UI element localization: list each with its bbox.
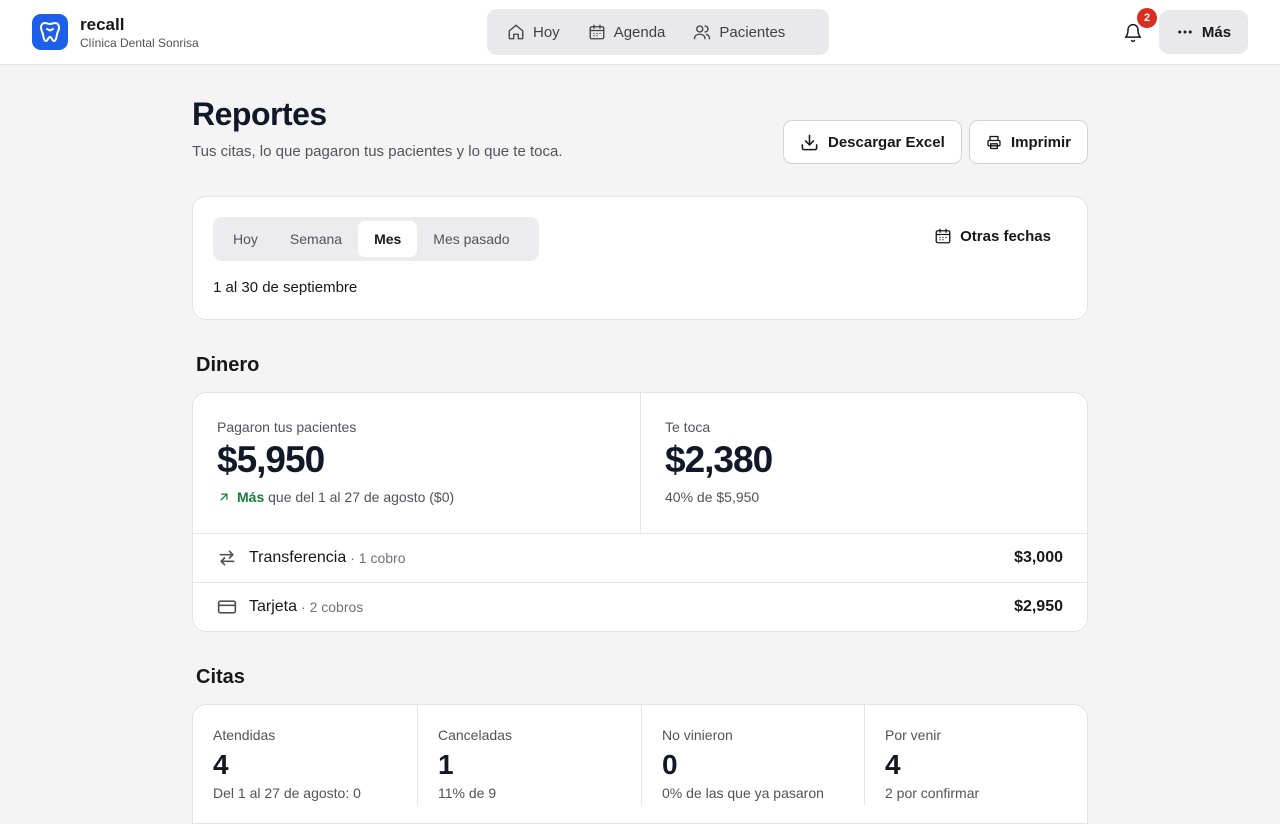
print-label: Imprimir: [1010, 133, 1071, 151]
page-subtitle: Tus citas, lo que pagaron tus pacientes …: [192, 143, 563, 160]
payment-method-name: Transferencia: [249, 549, 347, 566]
stat-por-venir: Por venir 4 2 por confirmar: [864, 705, 1087, 805]
paid-value: $5,950: [217, 439, 325, 480]
download-icon: [801, 134, 818, 150]
stat-note: 2 por confirmar: [885, 785, 980, 801]
tab-mes[interactable]: Mes: [358, 221, 418, 257]
stat-note: Del 1 al 27 de agosto: 0: [213, 785, 361, 801]
users-icon: [694, 25, 711, 40]
calendar-icon: [589, 24, 605, 40]
nav-item-label: Hoy: [533, 23, 560, 41]
stat-label: No vinieron: [662, 727, 733, 743]
top-bar: recall Clínica Dental Sonrisa Hoy Agenda…: [0, 0, 1280, 65]
nav-item-label: Pacientes: [719, 23, 786, 41]
stat-atendidas: Atendidas 4 Del 1 al 27 de agosto: 0: [193, 705, 417, 805]
payment-method-row[interactable]: Transferencia · 1 cobro $3,000: [193, 533, 1087, 582]
tooth-logo-icon: [32, 14, 68, 50]
comparison-text: que del 1 al 27 de agosto ($0): [268, 489, 455, 505]
appointments-card: Atendidas 4 Del 1 al 27 de agosto: 0 Can…: [192, 704, 1088, 824]
stat-label: Por venir: [885, 727, 942, 743]
section-title-citas: Citas: [196, 666, 245, 688]
share-stat: Te toca $2,380 40% de $5,950: [641, 393, 1087, 534]
payment-method-count: · 1 cobro: [350, 550, 406, 566]
money-card: Pagaron tus pacientes $5,950 Más que del…: [192, 392, 1088, 632]
nav-item-pacientes[interactable]: Pacientes: [681, 14, 797, 50]
main-nav: Hoy Agenda Pacientes: [487, 9, 829, 55]
calendar-icon: [935, 228, 951, 244]
stat-value: 1: [438, 749, 454, 780]
brand[interactable]: recall Clínica Dental Sonrisa: [32, 14, 199, 50]
paid-comparison: Más que del 1 al 27 de agosto ($0): [217, 489, 616, 505]
notification-count-badge: 2: [1137, 8, 1157, 28]
download-excel-button[interactable]: Descargar Excel: [783, 120, 962, 164]
arrow-up-right-icon: [220, 493, 228, 501]
nav-item-hoy[interactable]: Hoy: [495, 14, 572, 50]
more-dots-icon: [1178, 30, 1192, 34]
payment-method-row[interactable]: Tarjeta · 2 cobros $2,950: [193, 582, 1087, 631]
home-icon: [508, 24, 524, 40]
paid-stat: Pagaron tus pacientes $5,950 Más que del…: [193, 393, 641, 534]
page-title: Reportes: [192, 96, 327, 132]
more-menu-button[interactable]: Más: [1159, 10, 1248, 54]
share-note: 40% de $5,950: [665, 489, 760, 505]
share-value: $2,380: [665, 439, 773, 480]
more-label: Más: [1201, 23, 1232, 41]
tab-semana[interactable]: Semana: [274, 221, 358, 257]
stat-no-vinieron: No vinieron 0 0% de las que ya pasaron: [641, 705, 864, 805]
payment-method-amount: $2,950: [1014, 598, 1063, 615]
brand-name: recall: [80, 14, 125, 34]
stat-canceladas: Canceladas 1 11% de 9: [417, 705, 641, 805]
stat-note: 11% de 9: [438, 785, 497, 801]
stat-label: Atendidas: [213, 727, 276, 743]
period-tabs: Hoy Semana Mes Mes pasado: [213, 217, 539, 261]
download-excel-label: Descargar Excel: [828, 133, 945, 151]
section-title-dinero: Dinero: [196, 354, 260, 376]
paid-label: Pagaron tus pacientes: [217, 419, 357, 435]
tab-mes-pasado[interactable]: Mes pasado: [417, 221, 525, 257]
stat-note: 0% de las que ya pasaron: [662, 785, 824, 801]
other-dates-label: Otras fechas: [960, 227, 1051, 245]
payment-method-count: · 2 cobros: [301, 599, 364, 615]
share-label: Te toca: [665, 419, 711, 435]
stat-value: 4: [885, 749, 901, 780]
stat-label: Canceladas: [438, 727, 512, 743]
card-icon: [217, 600, 237, 614]
comparison-highlight: Más: [237, 489, 265, 505]
stat-value: 4: [213, 749, 229, 780]
printer-icon: [987, 135, 1001, 149]
nav-item-agenda[interactable]: Agenda: [576, 14, 678, 50]
transfer-icon: [219, 550, 235, 566]
other-dates-button[interactable]: Otras fechas: [934, 227, 1051, 245]
tab-hoy[interactable]: Hoy: [217, 221, 274, 257]
clinic-name: Clínica Dental Sonrisa: [80, 35, 199, 50]
date-range: 1 al 30 de septiembre: [213, 279, 358, 296]
stat-value: 0: [662, 749, 678, 780]
nav-item-label: Agenda: [613, 23, 666, 41]
payment-method-name: Tarjeta: [249, 598, 298, 615]
period-card: Hoy Semana Mes Mes pasado Otras fechas 1…: [192, 196, 1088, 320]
print-button[interactable]: Imprimir: [969, 120, 1088, 164]
payment-method-amount: $3,000: [1014, 549, 1063, 566]
